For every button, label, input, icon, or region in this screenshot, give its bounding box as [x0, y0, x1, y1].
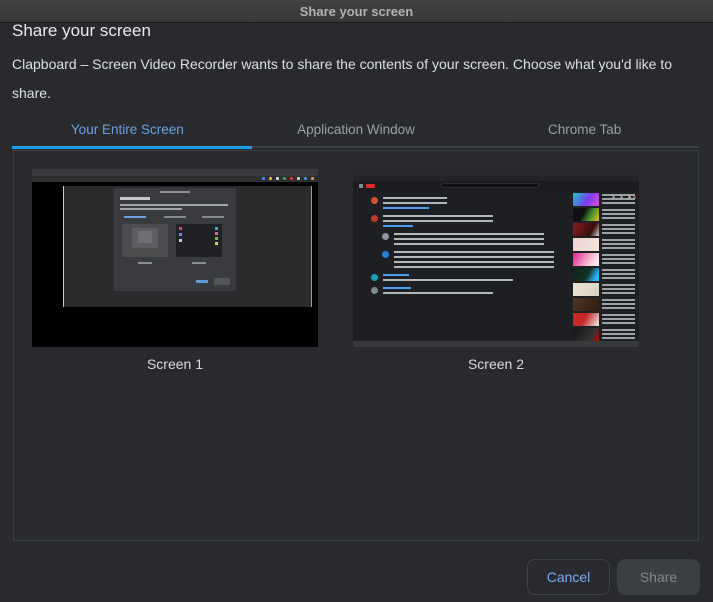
video-thumb — [573, 328, 599, 341]
mini-video-sidebar — [573, 193, 635, 343]
video-thumb — [573, 283, 599, 296]
video-thumb — [573, 313, 599, 326]
comment-row — [382, 251, 566, 268]
video-text-lines — [602, 239, 635, 249]
text-line — [383, 292, 493, 294]
video-row — [573, 313, 635, 326]
video-text-lines — [602, 209, 635, 219]
share-button[interactable]: Share — [617, 559, 700, 595]
screen-1-thumbnail[interactable] — [32, 169, 318, 347]
screen-2-label: Screen 2 — [467, 356, 525, 372]
video-thumb — [573, 238, 599, 251]
comment-row — [371, 215, 566, 227]
video-text-lines — [602, 254, 635, 264]
video-thumb — [573, 193, 599, 206]
mini-screen-labels — [114, 262, 236, 264]
text-line — [394, 233, 544, 245]
video-text-lines — [602, 284, 635, 294]
dialog-buttons: Cancel Share — [527, 559, 700, 595]
mini-screen-2-preview — [176, 224, 222, 257]
text-line — [383, 215, 493, 222]
video-text-lines — [602, 314, 635, 324]
dialog-description: Clapboard – Screen Video Recorder wants … — [12, 56, 673, 101]
mini-browser-toolbar — [32, 176, 318, 182]
mini-youtube-header — [353, 181, 639, 199]
mini-tab-bar — [114, 216, 236, 218]
avatar — [371, 274, 378, 281]
mini-dialog-buttons — [196, 278, 230, 285]
text-line — [383, 197, 447, 204]
mini-share-dialog — [114, 188, 236, 291]
mini-bookmarks-bar — [32, 169, 318, 176]
avatar — [371, 287, 378, 294]
link-line — [383, 287, 411, 289]
video-thumb — [573, 208, 599, 221]
link-line — [383, 207, 429, 209]
video-row — [573, 298, 635, 311]
mini-comments-section — [371, 197, 566, 300]
video-row — [573, 283, 635, 296]
tab-chrome-tab[interactable]: Chrome Tab — [470, 112, 699, 146]
cancel-button[interactable]: Cancel — [527, 559, 610, 595]
video-row — [573, 223, 635, 236]
mini-window-bottom-edge — [353, 341, 639, 347]
video-text-lines — [602, 299, 635, 309]
screen-1-label: Screen 1 — [146, 356, 204, 372]
avatar — [371, 215, 378, 222]
video-text-lines — [602, 269, 635, 279]
mini-text-lines — [120, 204, 228, 210]
mini-toolbar-icons — [311, 177, 314, 180]
video-row — [573, 253, 635, 266]
video-thumb — [573, 253, 599, 266]
video-thumb — [573, 268, 599, 281]
video-thumb — [573, 223, 599, 236]
video-row — [573, 268, 635, 281]
mini-tab-strip — [353, 169, 639, 176]
comment-row — [371, 274, 566, 281]
video-row — [573, 208, 635, 221]
screen-2-thumbnail[interactable] — [353, 169, 639, 347]
tab-bar: Your Entire Screen Application Window Ch… — [13, 112, 699, 146]
comment-row — [371, 287, 566, 294]
avatar — [382, 233, 389, 240]
video-thumb — [573, 298, 599, 311]
comment-row — [382, 233, 566, 245]
avatar — [371, 197, 378, 204]
window-titlebar: Share your screen — [0, 0, 713, 23]
video-text-lines — [602, 194, 635, 204]
text-line — [394, 251, 554, 268]
mini-browser-window — [63, 186, 312, 307]
link-line — [383, 274, 409, 276]
tab-your-entire-screen[interactable]: Your Entire Screen — [13, 112, 242, 146]
text-line — [383, 279, 513, 281]
comment-row — [371, 197, 566, 209]
screen-picker-panel: Screen 1 Screen 2 — [13, 150, 699, 541]
link-line — [383, 225, 413, 227]
share-screen-dialog: Share your screen Share your screen Clap… — [0, 0, 713, 602]
video-text-lines — [602, 224, 635, 234]
window-title: Share your screen — [299, 3, 414, 19]
active-tab-indicator — [12, 146, 252, 149]
avatar — [382, 251, 389, 258]
video-row — [573, 193, 635, 206]
video-row — [573, 328, 635, 341]
tab-application-window[interactable]: Application Window — [242, 112, 471, 146]
video-text-lines — [602, 329, 635, 339]
dialog-heading: Share your screen — [12, 21, 151, 40]
mini-screen-1-preview — [122, 224, 168, 257]
video-row — [573, 238, 635, 251]
